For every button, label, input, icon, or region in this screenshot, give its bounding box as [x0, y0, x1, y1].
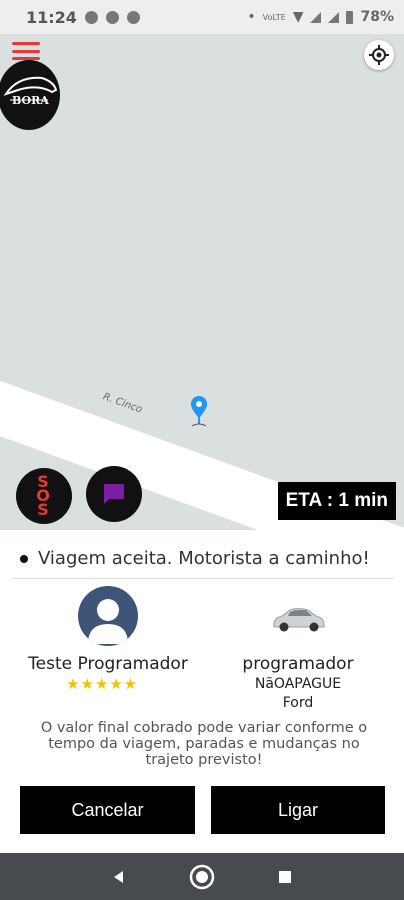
- vehicle-model: Ford: [282, 695, 314, 711]
- street-label: R. Cinco: [101, 391, 144, 416]
- wifi-icon: ▼: [292, 9, 304, 25]
- eta-badge: ETA : 1 min: [277, 482, 396, 520]
- sos-button[interactable]: SOS: [16, 468, 72, 524]
- back-icon[interactable]: [111, 869, 127, 885]
- driver-avatar: [78, 586, 138, 646]
- vehicle-plate: NãOAPAGUE: [254, 676, 342, 692]
- divider: [12, 578, 394, 579]
- whatsapp-icon: [105, 10, 119, 24]
- map-pin-icon: [191, 396, 207, 427]
- sos-label: SOS: [36, 472, 52, 519]
- whatsapp-icon: [126, 10, 140, 24]
- bluetooth-icon: •: [247, 9, 256, 25]
- status-bullet-icon: [20, 554, 28, 563]
- system-nav-bar: [0, 853, 404, 900]
- battery-icon: [346, 10, 354, 24]
- home-icon[interactable]: [188, 863, 216, 891]
- my-location-button[interactable]: [364, 40, 394, 70]
- trip-status: Viagem aceita. Motorista a caminho!: [20, 548, 370, 569]
- car-image: [273, 608, 325, 632]
- trip-status-text: Viagem aceita. Motorista a caminho!: [38, 548, 370, 569]
- user-avatar-icon: [88, 599, 128, 644]
- hamburger-menu-icon[interactable]: [12, 42, 40, 60]
- fare-notice: O valor final cobrado pode variar confor…: [40, 720, 368, 768]
- signal-icon: [310, 11, 322, 23]
- my-location-icon: [369, 45, 389, 65]
- battery-level: 78%: [360, 9, 394, 25]
- call-button[interactable]: Ligar: [211, 786, 385, 834]
- chat-button[interactable]: [86, 466, 142, 522]
- logo-text: BORA: [12, 94, 49, 107]
- status-bar: 11:24 • VoLTE ▼ 78%: [0, 0, 404, 34]
- map-view[interactable]: R. Cinco: [0, 34, 404, 530]
- status-time: 11:24: [26, 7, 77, 27]
- vehicle-label: programador: [242, 654, 354, 674]
- trip-panel: Viagem aceita. Motorista a caminho! Test…: [0, 530, 404, 853]
- signal-icon-2: [328, 11, 340, 23]
- driver-name: Teste Programador: [28, 654, 188, 674]
- driver-rating: ★★★★★: [66, 675, 139, 693]
- cancel-button[interactable]: Cancelar: [20, 786, 195, 834]
- chat-icon: [104, 484, 124, 504]
- app-logo: BORA: [0, 60, 60, 130]
- notification-icon: [84, 10, 98, 24]
- recents-icon[interactable]: [277, 869, 293, 885]
- network-type-icon: VoLTE: [262, 12, 286, 22]
